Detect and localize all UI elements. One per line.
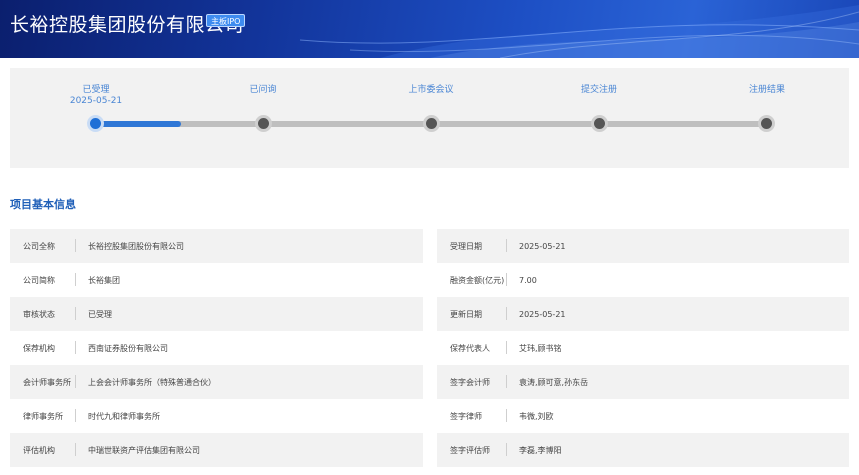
info-value: 韦微,刘欧 <box>519 411 554 421</box>
step-date: 2025-05-21 <box>69 96 123 106</box>
info-row-left: 律师事务所 时代九和律师事务所 <box>10 399 423 433</box>
info-value: 已受理 <box>88 309 112 319</box>
info-value: 长裕集团 <box>88 275 120 285</box>
step-label: 提交注册 <box>580 85 617 95</box>
info-value: 上会会计师事务所（特殊普通合伙） <box>88 377 216 387</box>
step-registration-result: 注册结果 <box>722 85 812 96</box>
step-label: 上市委会议 <box>408 85 454 95</box>
info-value: 艾玮,顾书铭 <box>519 343 562 353</box>
info-row-left: 保荐机构 西南证券股份有限公司 <box>10 331 423 365</box>
info-value: 李磊,李博阳 <box>519 445 562 455</box>
info-key: 保荐机构 <box>10 340 76 354</box>
step-node-2 <box>255 115 272 132</box>
progress-fill <box>96 121 181 127</box>
info-value: 长裕控股集团股份有限公司 <box>88 241 184 251</box>
info-row-left: 公司全称 长裕控股集团股份有限公司 <box>10 229 423 263</box>
board-badge: 主板IPO <box>206 14 246 27</box>
step-listing-committee: 上市委会议 <box>386 85 476 96</box>
step-node-1 <box>87 115 104 132</box>
info-key: 签字评估师 <box>437 442 507 456</box>
info-key: 融资金额(亿元) <box>437 272 507 286</box>
info-key: 会计师事务所 <box>10 374 76 388</box>
info-key: 律师事务所 <box>10 408 76 422</box>
step-node-3 <box>423 115 440 132</box>
info-row-right: 签字律师 韦微,刘欧 <box>437 399 849 433</box>
info-row-right: 签字评估师 李磊,李博阳 <box>437 433 849 467</box>
info-value: 2025-05-21 <box>519 241 566 251</box>
info-row-left: 公司简称 长裕集团 <box>10 263 423 297</box>
review-progress-panel: 已受理 2025-05-21 已问询 上市委会议 提交注册 注册结果 <box>10 68 849 168</box>
step-submit-registration: 提交注册 <box>554 85 644 96</box>
step-inquired: 已问询 <box>218 85 308 96</box>
info-row-right: 更新日期 2025-05-21 <box>437 297 849 331</box>
info-key: 更新日期 <box>437 306 507 320</box>
info-key: 签字会计师 <box>437 374 507 388</box>
info-row-left: 审核状态 已受理 <box>10 297 423 331</box>
section-title: 项目基本信息 <box>10 198 76 211</box>
info-value: 西南证券股份有限公司 <box>88 343 168 353</box>
info-key: 受理日期 <box>437 238 507 252</box>
info-value: 7.00 <box>519 275 537 285</box>
info-row-right: 保荐代表人 艾玮,顾书铭 <box>437 331 849 365</box>
info-key: 签字律师 <box>437 408 507 422</box>
header-banner: 长裕控股集团股份有限公司 主板IPO <box>0 0 859 58</box>
info-row-right: 受理日期 2025-05-21 <box>437 229 849 263</box>
info-key: 保荐代表人 <box>437 340 507 354</box>
info-key: 公司简称 <box>10 272 76 286</box>
step-label: 已问询 <box>249 85 277 95</box>
info-key: 公司全称 <box>10 238 76 252</box>
info-value: 2025-05-21 <box>519 309 566 319</box>
step-node-5 <box>758 115 775 132</box>
info-value: 时代九和律师事务所 <box>88 411 160 421</box>
info-row-right: 融资金额(亿元) 7.00 <box>437 263 849 297</box>
info-value: 袁涛,顾可意,孙东岳 <box>519 377 589 387</box>
info-key: 评估机构 <box>10 442 76 456</box>
info-key: 审核状态 <box>10 306 76 320</box>
info-row-left: 会计师事务所 上会会计师事务所（特殊普通合伙） <box>10 365 423 399</box>
info-row-left: 评估机构 中瑞世联资产评估集团有限公司 <box>10 433 423 467</box>
info-row-right: 签字会计师 袁涛,顾可意,孙东岳 <box>437 365 849 399</box>
info-value: 中瑞世联资产评估集团有限公司 <box>88 445 200 455</box>
step-node-4 <box>591 115 608 132</box>
step-accepted: 已受理 2025-05-21 <box>51 85 141 107</box>
step-label: 注册结果 <box>748 85 785 95</box>
step-label: 已受理 <box>82 85 110 95</box>
